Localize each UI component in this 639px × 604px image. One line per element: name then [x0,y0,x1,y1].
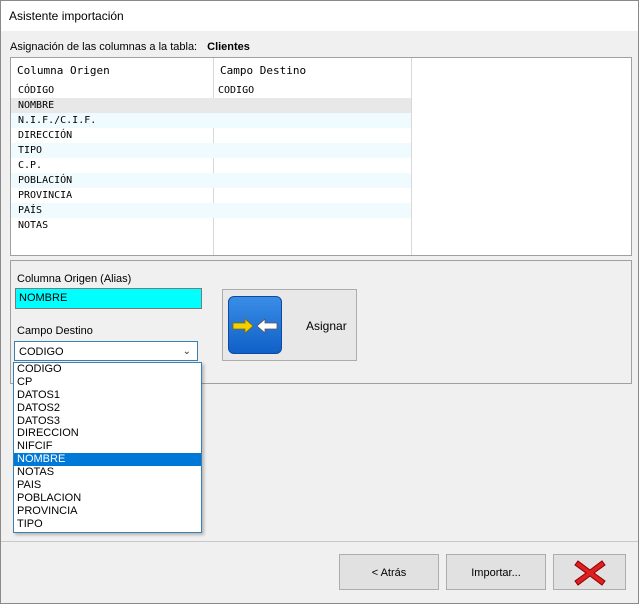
cell-origen: PAÍS [18,205,43,216]
cell-origen: PROVINCIA [18,190,73,201]
dropdown-option[interactable]: DATOS1 [14,389,201,402]
table-row[interactable]: TIPO [11,143,411,158]
dropdown-option[interactable]: NOMBRE [14,453,201,467]
grid-header-origen[interactable]: Columna Origen [11,58,213,84]
title-bar: Asistente importación [1,1,638,31]
campo-destino-select[interactable]: CODIGO ⌄ [14,341,198,361]
cell-origen: NOMBRE [18,100,55,111]
dropdown-option[interactable]: POBLACION [14,492,201,505]
destino-label: Campo Destino [17,325,93,337]
dropdown-option[interactable]: NOTAS [14,466,201,479]
assign-button[interactable]: Asignar [222,289,357,361]
table-row[interactable]: POBLACIÓN [11,173,411,188]
campo-destino-value: CODIGO [19,346,64,358]
table-row[interactable]: CÓDIGO CODIGO [11,83,411,98]
table-row[interactable]: PAÍS [11,203,411,218]
campo-destino-dropdown-list[interactable]: CODIGO CP DATOS1 DATOS2 DATOS3 DIRECCION NIFCI… [13,362,202,533]
cell-origen: CÓDIGO [18,85,55,96]
import-wizard-window: Asistente importación Asignación de las … [0,0,639,604]
dropdown-option[interactable]: PAIS [14,479,201,492]
cell-origen: TIPO [18,145,43,156]
dropdown-option[interactable]: DATOS3 [14,415,201,428]
table-row[interactable]: NOTAS [11,218,411,233]
cell-origen: N.I.F./C.I.F. [18,115,97,126]
window-title: Asistente importación [9,9,124,23]
dropdown-option[interactable]: DIRECCION [14,427,201,440]
back-button[interactable]: < Atrás [339,554,439,590]
table-row[interactable]: PROVINCIA [11,188,411,203]
import-button[interactable]: Importar... [446,554,546,590]
origen-label: Columna Origen (Alias) [17,273,132,285]
table-row[interactable]: DIRECCIÓN [11,128,411,143]
dropdown-option[interactable]: NIFCIF [14,440,201,453]
grid-header-destino[interactable]: Campo Destino [214,58,410,84]
column-mapping-grid[interactable]: Columna Origen Campo Destino CÓDIGO CODIG… [10,57,632,256]
dropdown-option[interactable]: CODIGO [14,363,201,376]
dropdown-option[interactable]: CP [14,376,201,389]
red-x-icon [573,560,606,586]
table-row[interactable]: C.P. [11,158,411,173]
table-row[interactable]: N.I.F./C.I.F. [11,113,411,128]
close-button[interactable] [553,554,626,590]
mapping-label: Asignación de las columnas a la tabla: [10,41,198,53]
dropdown-option[interactable]: TIPO [14,518,201,531]
footer-divider [1,541,638,542]
mapping-header: Asignación de las columnas a la tabla: Cl… [10,41,250,53]
dropdown-option[interactable]: PROVINCIA [14,505,201,518]
origen-alias-field[interactable]: NOMBRE [15,288,202,309]
chevron-down-icon[interactable]: ⌄ [183,342,191,362]
dropdown-option[interactable]: DATOS2 [14,402,201,415]
cell-origen: POBLACIÓN [18,175,73,186]
assign-button-label: Asignar [306,319,347,333]
cell-origen: DIRECCIÓN [18,130,73,141]
grid-rows: CÓDIGO CODIGO NOMBRE N.I.F./C.I.F. DIRECCIÓN… [11,83,631,233]
cell-origen: NOTAS [18,220,49,231]
cell-origen: C.P. [18,160,43,171]
cell-destino: CODIGO [218,85,255,96]
table-name: Clientes [207,41,250,53]
assign-arrows-icon [228,296,282,354]
table-row[interactable]: NOMBRE [11,98,411,113]
